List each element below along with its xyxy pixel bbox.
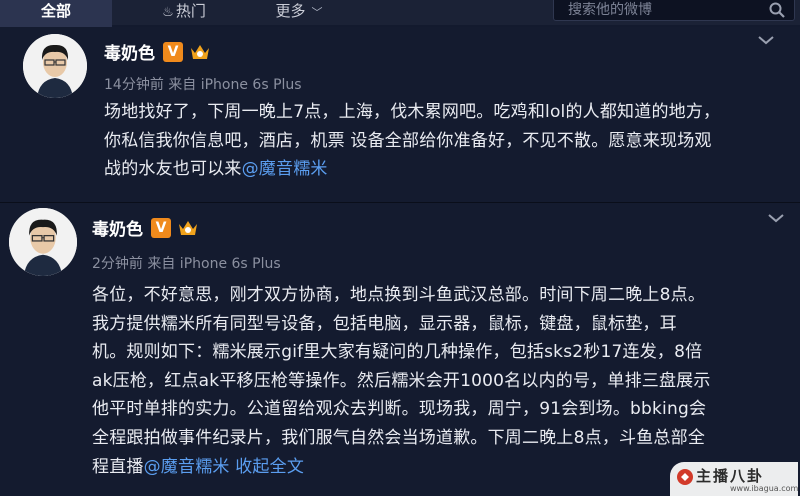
- tab-all-label: 全部: [40, 2, 71, 20]
- chevron-down-icon[interactable]: [766, 211, 786, 225]
- flame-icon: ♨: [162, 5, 174, 20]
- search-input[interactable]: [566, 0, 750, 21]
- weibo-post: 毒奶色 V 14分钟前 来自 iPhone 6s Plus 场地找好了，下周一晚…: [0, 27, 800, 202]
- tab-more[interactable]: 更多 ﹀: [254, 0, 344, 25]
- user-name-row: 毒奶色 V: [104, 39, 211, 64]
- post-meta: 2分钟前 来自 iPhone 6s Plus: [92, 256, 281, 272]
- post-text-line: 战的水友也可以来@魔音糯米: [104, 155, 794, 184]
- watermark-site: www.ibagua.com: [730, 484, 799, 493]
- watermark-text: 主播八卦: [696, 467, 765, 485]
- post-meta: 14分钟前 来自 iPhone 6s Plus: [104, 77, 302, 93]
- user-name-row: 毒奶色 V: [92, 215, 199, 240]
- mention-link[interactable]: @魔音糯米: [144, 457, 230, 477]
- avatar[interactable]: [23, 34, 87, 98]
- avatar[interactable]: [9, 208, 77, 276]
- tab-all[interactable]: 全部: [0, 0, 112, 28]
- post-text-line: 你私信我你信息吧，酒店，机票 设备全部给你准备好，不见不散。愿意来现场观: [104, 130, 712, 151]
- post-text-segment: 程直播: [92, 456, 144, 477]
- verified-badge-icon: V: [151, 217, 171, 238]
- watermark-logo-icon: [677, 469, 693, 485]
- post-text-line: 场地找好了，下周一晚上7点，上海，伐木累网吧。吃鸡和lol的人都知道的地方，: [104, 102, 721, 122]
- post-text: 场地找好了，下周一晚上7点，上海，伐木累网吧。吃鸡和lol的人都知道的地方， 你…: [104, 98, 794, 184]
- search-icon[interactable]: [768, 1, 786, 19]
- post-text-line: ak压枪，红点ak平移压枪等操作。然后糯米会开1000名以内的号，单排三盘展示: [92, 370, 711, 391]
- chevron-down-icon[interactable]: [756, 33, 776, 47]
- chevron-down-icon: ﹀: [311, 6, 323, 19]
- tab-more-label: 更多: [275, 2, 306, 20]
- member-crown-icon: [179, 220, 197, 235]
- avatar-image: [9, 208, 77, 276]
- post-text-line: 他平时单排的实力。公道留给观众去判断。现场我，周宁，91会到场。bbking会: [92, 399, 707, 420]
- watermark: 主播八卦 www.ibagua.com: [670, 462, 798, 496]
- post-text-line: 机。规则如下：糯米展示gif里大家有疑问的几种操作，包括sks2秒17连发，8倍: [92, 342, 703, 363]
- search-box: [553, 0, 795, 21]
- avatar-image: [23, 34, 87, 98]
- post-text-line: 全程跟拍做事件纪录片，我们服气自然会当场道歉。下周二晚上8点，斗鱼总部全: [92, 427, 706, 448]
- mention-link[interactable]: @魔音糯米: [242, 159, 328, 179]
- weibo-post: 毒奶色 V 2分钟前 来自 iPhone 6s Plus 各位，不好意思，刚才双…: [0, 203, 800, 496]
- collapse-full-text-link[interactable]: 收起全文: [235, 457, 304, 477]
- user-name[interactable]: 毒奶色: [92, 215, 143, 240]
- post-text-line: 我方提供糯米所有同型号设备，包括电脑，显示器，鼠标，键盘，鼠标垫，耳: [92, 313, 677, 334]
- tab-hot[interactable]: ♨ 热门: [134, 0, 234, 25]
- tab-hot-label: 热门: [175, 2, 206, 20]
- verified-badge-icon: V: [163, 41, 183, 62]
- top-tab-bar: 全部 ♨ 热门 更多 ﹀: [0, 0, 800, 28]
- post-text-line: 各位，不好意思，刚才双方协商，地点换到斗鱼武汉总部。时间下周二晚上8点。: [92, 285, 706, 305]
- user-name[interactable]: 毒奶色: [104, 39, 155, 64]
- member-crown-icon: [191, 44, 209, 59]
- post-text-segment: 战的水友也可以来: [104, 159, 242, 180]
- post-text: 各位，不好意思，刚才双方协商，地点换到斗鱼武汉总部。时间下周二晚上8点。 我方提…: [92, 281, 792, 481]
